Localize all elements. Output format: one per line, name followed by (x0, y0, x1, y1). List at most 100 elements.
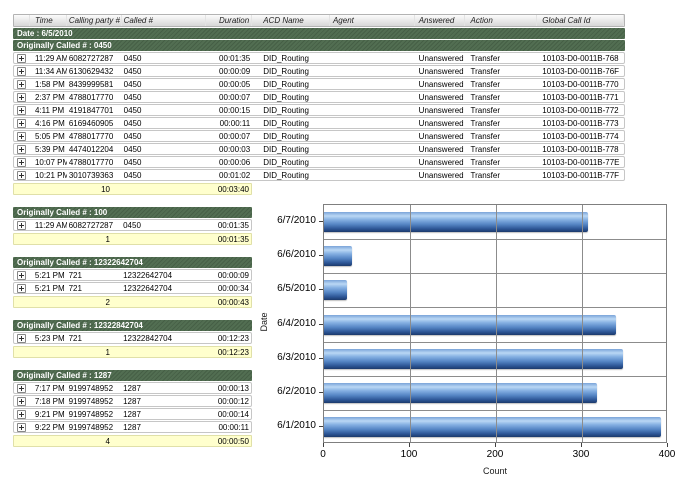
summary-count: 1 (14, 347, 122, 357)
y-tick-mark (319, 392, 323, 393)
group-header: Originally Called # : 12322842704 (13, 320, 252, 331)
cell-ACD Name: DID_Routing (252, 66, 330, 76)
cell-Time: 5:21 PM (30, 270, 67, 280)
expand-plus-icon[interactable] (17, 221, 26, 230)
expand-plus-icon[interactable] (17, 158, 26, 167)
cell-Answered: Unanswered (415, 105, 465, 115)
expand-plus-icon[interactable] (17, 271, 26, 280)
cell-Time: 5:39 PM (30, 144, 67, 154)
expand-plus-icon[interactable] (17, 67, 26, 76)
cell-Calling party #: 721 (67, 333, 122, 343)
expand-plus-icon[interactable] (17, 80, 26, 89)
expand-plus-icon[interactable] (17, 93, 26, 102)
cell-Called #: 12322842704 (121, 333, 205, 343)
cell-Answered: Unanswered (415, 118, 465, 128)
summary-count: 1 (14, 234, 122, 244)
h-gridline (324, 410, 666, 411)
cell-Called #: 0450 (122, 53, 207, 63)
expand-plus-icon[interactable] (17, 410, 26, 419)
h-gridline (324, 376, 666, 377)
cell-Calling party #: 9199748952 (67, 383, 122, 393)
group-summary-row: 400:00:50 (13, 435, 252, 447)
expand-cell (14, 66, 30, 76)
column-header-Time[interactable]: Time (30, 15, 67, 26)
cell-Time: 10:21 PM (30, 170, 67, 180)
expand-plus-icon[interactable] (17, 171, 26, 180)
chart-bar (324, 212, 588, 232)
cell-ACD Name: DID_Routing (252, 144, 330, 154)
expand-plus-icon[interactable] (17, 145, 26, 154)
expand-cell (14, 270, 30, 280)
report-viewer: TimeCalling party #Called #DurationACD N… (0, 0, 676, 485)
summary-count: 4 (14, 436, 122, 446)
table-row: 10:07 PM4788017770045000:00:06DID_Routin… (13, 156, 625, 168)
expand-cell (14, 383, 30, 393)
cell-Time: 11:29 AM (30, 220, 67, 230)
table-row: 5:05 PM4788017770045000:00:07DID_Routing… (13, 130, 625, 142)
column-header-expand[interactable] (14, 15, 30, 26)
cell-Duration: 00:00:13 (205, 383, 251, 393)
expand-plus-icon[interactable] (17, 106, 26, 115)
column-header-Called #[interactable]: Called # (122, 15, 207, 26)
expand-cell (14, 422, 30, 432)
table-row: 11:29 AM6082727287045000:01:35DID_Routin… (13, 52, 625, 64)
summary-total-duration: 00:00:43 (122, 297, 251, 307)
expand-plus-icon[interactable] (17, 119, 26, 128)
x-tick-label: 400 (659, 449, 676, 460)
chart-bar (324, 383, 597, 403)
cell-Agent (330, 144, 415, 154)
cell-Time: 11:34 AM (30, 66, 67, 76)
cell-Duration: 00:00:05 (206, 79, 252, 89)
group-summary-row: 100:12:23 (13, 346, 252, 358)
cell-Duration: 00:00:07 (206, 92, 252, 102)
cell-Answered: Unanswered (415, 131, 465, 141)
cell-Calling party #: 6082727287 (67, 220, 122, 230)
y-tick-label: 6/1/2010 (258, 420, 316, 432)
cell-ACD Name: DID_Routing (252, 92, 330, 102)
cell-ACD Name: DID_Routing (252, 170, 330, 180)
column-header-Duration[interactable]: Duration (206, 15, 252, 26)
expand-plus-icon[interactable] (17, 423, 26, 432)
y-tick-mark (319, 358, 323, 359)
cell-Answered: Unanswered (415, 79, 465, 89)
cell-Calling party #: 721 (67, 270, 122, 280)
cell-Called #: 0450 (122, 118, 207, 128)
column-header-Calling party #[interactable]: Calling party # (67, 15, 122, 26)
cell-Answered: Unanswered (415, 53, 465, 63)
cell-Called #: 0450 (122, 157, 207, 167)
cell-Action: Transfer (465, 79, 538, 89)
cell-Answered: Unanswered (415, 66, 465, 76)
cell-Global Call Id: 10103-D0-0011B-76F (537, 66, 624, 76)
y-tick-mark (319, 221, 323, 222)
table-row: 11:34 AM6130629432045000:00:09DID_Routin… (13, 65, 625, 77)
table-row: 4:11 PM4191847701045000:00:15DID_Routing… (13, 104, 625, 116)
cell-Global Call Id: 10103-D0-0011B-77E (537, 157, 624, 167)
expand-cell (14, 333, 30, 343)
cell-Global Call Id: 10103-D0-0011B-770 (537, 79, 624, 89)
expand-cell (14, 170, 30, 180)
chart-bar (324, 280, 347, 300)
expand-plus-icon[interactable] (17, 132, 26, 141)
cell-Time: 11:29 AM (30, 53, 67, 63)
group-header: Originally Called # : 0450 (13, 40, 625, 51)
cell-Calling party #: 4474012204 (67, 144, 122, 154)
expand-plus-icon[interactable] (17, 397, 26, 406)
y-tick-label: 6/2/2010 (258, 386, 316, 398)
column-header-ACD Name[interactable]: ACD Name (252, 15, 330, 26)
column-header-Action[interactable]: Action (465, 15, 538, 26)
expand-plus-icon[interactable] (17, 284, 26, 293)
cell-Called #: 12322642704 (121, 283, 205, 293)
column-header-Global Call Id[interactable]: Global Call Id (537, 15, 624, 26)
table-row: 5:21 PM7211232264270400:00:09 (13, 269, 252, 281)
column-header-Answered[interactable]: Answered (415, 15, 465, 26)
cell-Time: 9:21 PM (30, 409, 67, 419)
expand-plus-icon[interactable] (17, 54, 26, 63)
expand-plus-icon[interactable] (17, 384, 26, 393)
column-header-Agent[interactable]: Agent (330, 15, 415, 26)
expand-plus-icon[interactable] (17, 334, 26, 343)
cell-Called #: 0450 (122, 144, 207, 154)
cell-Agent (330, 157, 415, 167)
summary-total-duration: 00:00:50 (122, 436, 251, 446)
expand-cell (14, 92, 30, 102)
cell-Time: 9:22 PM (30, 422, 67, 432)
